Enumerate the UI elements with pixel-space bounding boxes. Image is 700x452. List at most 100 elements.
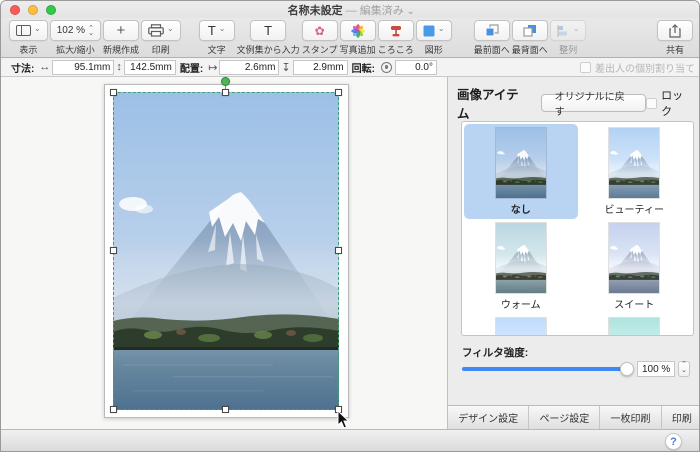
rotation-handle[interactable] <box>221 77 230 86</box>
toolbar-item-text: T ⌄ 文字 <box>199 20 235 56</box>
roller-button[interactable] <box>378 20 414 41</box>
toolbar-item-roller: ころころ <box>378 20 414 56</box>
toolbar: ⌄ 表示 102 % ⌃⌄ 拡大/縮小 + 新規作成 <box>1 18 700 58</box>
shape-square-icon <box>423 25 435 37</box>
paint-roller-icon <box>389 24 403 38</box>
shape-button[interactable]: ⌄ <box>416 20 452 41</box>
app-window: 名称未設定 — 編集済み ⌄ ⌄ 表示 102 % ⌃⌄ 拡大/縮小 + 新規作… <box>0 0 700 452</box>
chevron-down-icon: ⌄ <box>34 26 41 32</box>
toolbar-item-send-back: 最背面へ <box>512 20 548 56</box>
fuji-photo[interactable] <box>113 92 339 410</box>
offset-y-icon: ↧ <box>281 61 290 74</box>
filter-option-partial-left[interactable] <box>464 314 578 336</box>
toolbar-item-print: ⌄ 印刷 <box>141 20 181 56</box>
edited-status: — 編集済み <box>346 5 404 17</box>
panel-header: 画像アイテム オリジナルに戻す ロック <box>448 77 700 122</box>
panel-title: 画像アイテム <box>457 84 529 122</box>
filter-strength-slider[interactable] <box>462 367 627 371</box>
toolbar-item-share: 共有 <box>657 20 693 56</box>
offset-x-field[interactable]: 2.6mm <box>219 60 279 75</box>
toolbar-item-phrases: T 文例集から入力 <box>237 20 300 56</box>
share-icon <box>669 24 681 38</box>
filter-thumb-sweet <box>609 223 659 293</box>
filter-thumb-partial-left <box>496 318 546 336</box>
filter-option-none[interactable]: なし <box>464 124 578 219</box>
height-arrow-icon: ↕ <box>116 61 122 73</box>
share-button[interactable] <box>657 20 693 41</box>
title-chevron-icon[interactable]: ⌄ <box>407 6 415 16</box>
lock-checkbox[interactable]: ロック <box>646 87 693 119</box>
plus-icon: + <box>117 24 126 38</box>
dimension-bar: 寸法: ↔ 95.1mm ↕ 142.5mm 配置: ↦ 2.6mm ↧ 2.9… <box>1 58 700 77</box>
help-button[interactable]: ? <box>665 433 682 450</box>
height-field[interactable]: 142.5mm <box>124 60 176 75</box>
bring-front-icon <box>485 24 499 37</box>
bring-to-front-button[interactable] <box>474 20 510 41</box>
toolbar-item-add-photo: 写真追加 <box>340 20 376 56</box>
strength-stepper[interactable]: ⌃⌄ <box>678 361 690 377</box>
toolbar-item-zoom: 102 % ⌃⌄ 拡大/縮小 <box>50 20 101 56</box>
phrase-input-button[interactable]: T <box>250 20 286 41</box>
filter-option-partial-right[interactable] <box>578 314 692 336</box>
filter-option-warm[interactable]: ウォーム <box>464 219 578 314</box>
send-back-icon <box>523 24 537 37</box>
lock-label: ロック <box>661 87 693 119</box>
add-photo-button[interactable] <box>340 20 376 41</box>
rotation-field[interactable]: 0.0° <box>395 60 437 75</box>
titlebar: 名称未設定 — 編集済み ⌄ <box>1 1 700 18</box>
filter-strength-value[interactable]: 100 % <box>637 361 675 377</box>
new-document-button[interactable]: + <box>103 20 139 41</box>
offset-y-field[interactable]: 2.9mm <box>293 60 348 75</box>
filter-option-beauty[interactable]: ビューティー <box>578 124 692 219</box>
photos-pinwheel-icon <box>351 24 365 38</box>
align-icon <box>557 25 570 37</box>
toolbar-item-view: ⌄ 表示 <box>9 20 48 56</box>
toolbar-item-stamp: ✿ スタンプ <box>302 20 338 56</box>
sidebar-view-icon <box>16 25 31 36</box>
print-footer-button[interactable]: 印刷 <box>662 406 700 429</box>
toolbar-item-bring-front: 最前面へ <box>474 20 510 56</box>
text-T-icon: T <box>208 23 216 38</box>
window-title: 名称未設定 — 編集済み ⌄ <box>1 2 700 18</box>
send-to-back-button[interactable] <box>512 20 548 41</box>
design-canvas[interactable] <box>1 77 447 429</box>
text-T-icon: T <box>264 23 272 38</box>
rotation-icon <box>381 62 392 73</box>
chevron-down-icon: ⌄ <box>573 26 580 32</box>
revert-original-button[interactable]: オリジナルに戻す <box>541 94 647 112</box>
rotation-label: 回転: <box>352 60 375 75</box>
stamp-flower-icon: ✿ <box>315 25 325 37</box>
zoom-value: 102 % <box>57 25 85 36</box>
stepper-arrows-icon: ⌃⌄ <box>88 26 94 36</box>
rotation-handle-stem <box>225 85 226 93</box>
design-settings-button[interactable]: デザイン設定 <box>448 406 529 429</box>
filter-list[interactable]: なし ビューティー ウォーム スイート <box>461 121 694 336</box>
content-area: 画像アイテム オリジナルに戻す ロック フィルタ 編集 マスク 画像選択 なし <box>1 77 700 429</box>
checkbox-icon <box>646 98 657 109</box>
filter-option-sweet[interactable]: スイート <box>578 219 692 314</box>
align-button[interactable]: ⌄ <box>550 20 587 41</box>
page-settings-button[interactable]: ページ設定 <box>529 406 600 429</box>
offset-x-icon: ↦ <box>208 61 217 74</box>
size-label: 寸法: <box>11 60 34 75</box>
single-print-button[interactable]: 一枚印刷 <box>600 406 661 429</box>
width-arrow-icon: ↔ <box>39 61 50 73</box>
filter-strength-fill <box>462 367 627 371</box>
width-field[interactable]: 95.1mm <box>52 60 114 75</box>
view-button[interactable]: ⌄ <box>9 20 48 41</box>
print-button[interactable]: ⌄ <box>141 20 181 41</box>
mouse-cursor-icon <box>337 410 351 430</box>
image-item-panel: 画像アイテム オリジナルに戻す ロック フィルタ 編集 マスク 画像選択 なし <box>447 77 700 429</box>
zoom-stepper[interactable]: 102 % ⌃⌄ <box>50 20 101 41</box>
filter-thumb-warm <box>496 223 546 293</box>
chevron-down-icon: ⌄ <box>219 26 226 32</box>
stamp-button[interactable]: ✿ <box>302 20 338 41</box>
filter-strength-handle[interactable] <box>620 362 634 376</box>
text-button[interactable]: T ⌄ <box>199 20 235 41</box>
sender-assign-checkbox[interactable]: 差出人の個別割り当て <box>580 60 695 75</box>
position-label: 配置: <box>180 60 203 75</box>
filter-thumb-beauty <box>609 128 659 198</box>
checkbox-icon <box>580 62 591 73</box>
filter-strength-row: 100 % ⌃⌄ <box>462 361 690 377</box>
panel-footer: デザイン設定 ページ設定 一枚印刷 印刷 <box>448 405 700 429</box>
